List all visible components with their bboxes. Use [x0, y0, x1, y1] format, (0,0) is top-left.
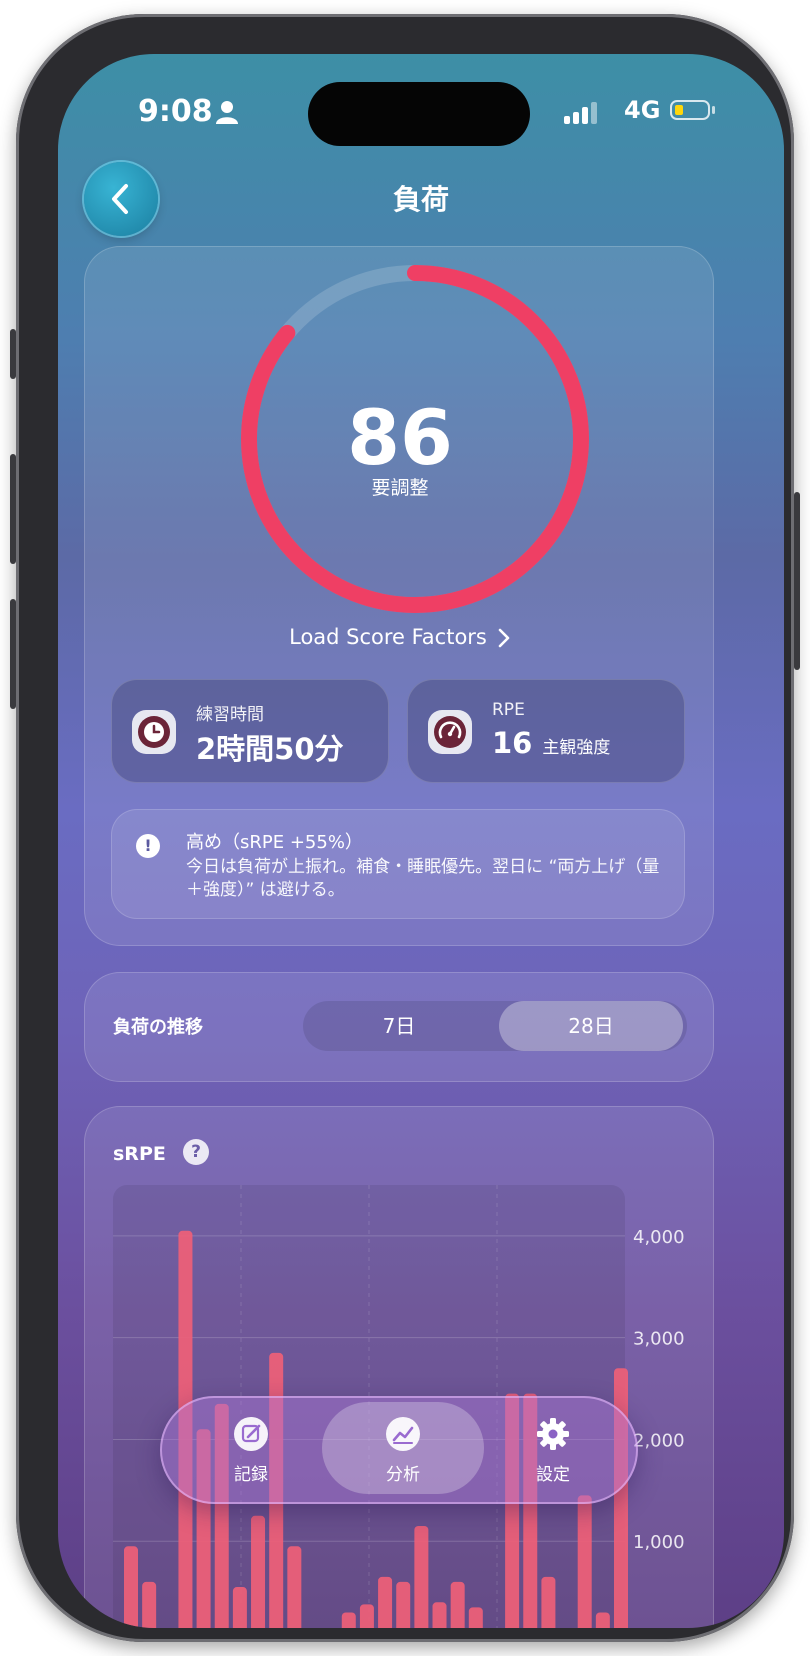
srpe-bar [341, 1612, 356, 1628]
volume-down-button [10, 599, 16, 709]
srpe-bar [359, 1604, 374, 1628]
y-tick-label: 2,000 [633, 1430, 685, 1451]
srpe-chart-card: sRPE ? 4,000 3,000 2,000 1,000 [84, 1106, 714, 1628]
battery-icon [670, 100, 710, 120]
y-tick-label: 4,000 [633, 1227, 685, 1248]
network-type: 4G [624, 96, 661, 124]
person-icon [216, 101, 238, 124]
srpe-bar [450, 1581, 465, 1628]
load-trend-title: 負荷の推移 [113, 1017, 203, 1038]
alert-icon: ! [136, 834, 160, 858]
tab-record[interactable]: 記録 [176, 1398, 326, 1502]
load-score-card: 86 要調整 Load Score Factors 練習時間 2時間50分 RP… [84, 246, 714, 946]
srpe-bar [142, 1581, 157, 1628]
tab-settings-label: 設定 [536, 1465, 570, 1485]
bottom-tab-bar: 記録 分析 設定 [160, 1396, 638, 1504]
practice-time-label: 練習時間 [196, 705, 264, 725]
srpe-bar [378, 1576, 393, 1628]
load-notice: ! 高め（sRPE +55%） 今日は負荷が上振れ。補食・睡眠優先。翌日に “両… [111, 809, 685, 919]
rpe-value: 16 [492, 726, 533, 760]
rpe-label: RPE [492, 700, 525, 720]
srpe-bar [124, 1546, 138, 1628]
chevron-right-icon [498, 628, 510, 648]
practice-time-tile: 練習時間 2時間50分 [111, 679, 389, 783]
cellular-signal-icon [564, 102, 597, 124]
page-title: 負荷 [392, 183, 449, 216]
srpe-bar [468, 1607, 483, 1628]
y-tick-label: 3,000 [633, 1329, 685, 1350]
notice-heading: 高め（sRPE +55%） [186, 832, 363, 853]
load-score-factors-link[interactable]: Load Score Factors [85, 625, 715, 649]
y-tick-label: 1,000 [633, 1532, 685, 1553]
srpe-bar [595, 1612, 610, 1628]
gauge-icon [428, 710, 472, 754]
load-score-status: 要調整 [371, 477, 429, 499]
action-button [10, 329, 16, 379]
tab-analysis-label: 分析 [386, 1465, 420, 1485]
dynamic-island [308, 82, 530, 146]
srpe-bar-chart: 4,000 3,000 2,000 1,000 [113, 1185, 685, 1628]
phone-frame: 9:08 4G 負荷 86 要調整 Load Score Factors 練習時… [10, 14, 800, 1642]
srpe-bar [577, 1495, 592, 1628]
edit-icon [234, 1417, 268, 1451]
period-segmented-control: 7日 28日 [303, 1001, 687, 1051]
tab-record-label: 記録 [234, 1465, 268, 1485]
chart-icon [386, 1417, 420, 1451]
gear-icon [537, 1418, 569, 1450]
load-trend-card: 負荷の推移 7日 28日 [84, 972, 714, 1082]
app-screen: 9:08 4G 負荷 86 要調整 Load Score Factors 練習時… [58, 54, 784, 1628]
notice-body: 今日は負荷が上振れ。補食・睡眠優先。翌日に “両方上げ（量＋強度）” は避ける。 [186, 857, 660, 900]
tab-analysis[interactable]: 分析 [322, 1402, 484, 1494]
srpe-bar [232, 1587, 247, 1628]
practice-time-value: 2時間50分 [196, 732, 344, 766]
srpe-bar [396, 1581, 411, 1628]
status-time: 9:08 [138, 94, 213, 129]
rpe-value-row: 16 主観強度 [492, 726, 610, 760]
factors-link-label: Load Score Factors [289, 625, 487, 649]
clock-icon [132, 710, 176, 754]
rpe-sublabel: 主観強度 [542, 738, 611, 758]
power-button [794, 492, 800, 670]
srpe-bar [287, 1546, 302, 1628]
srpe-bar [251, 1515, 266, 1628]
volume-up-button [10, 454, 16, 564]
battery-tip [712, 106, 715, 114]
srpe-bar [432, 1602, 447, 1628]
rpe-tile: RPE 16 主観強度 [407, 679, 685, 783]
period-option-7d[interactable]: 7日 [303, 1001, 495, 1051]
srpe-bar [414, 1525, 429, 1628]
period-option-28d[interactable]: 28日 [499, 1001, 683, 1051]
load-score-value: 86 [347, 393, 453, 482]
srpe-bar [541, 1576, 556, 1628]
tab-settings[interactable]: 設定 [478, 1398, 628, 1502]
